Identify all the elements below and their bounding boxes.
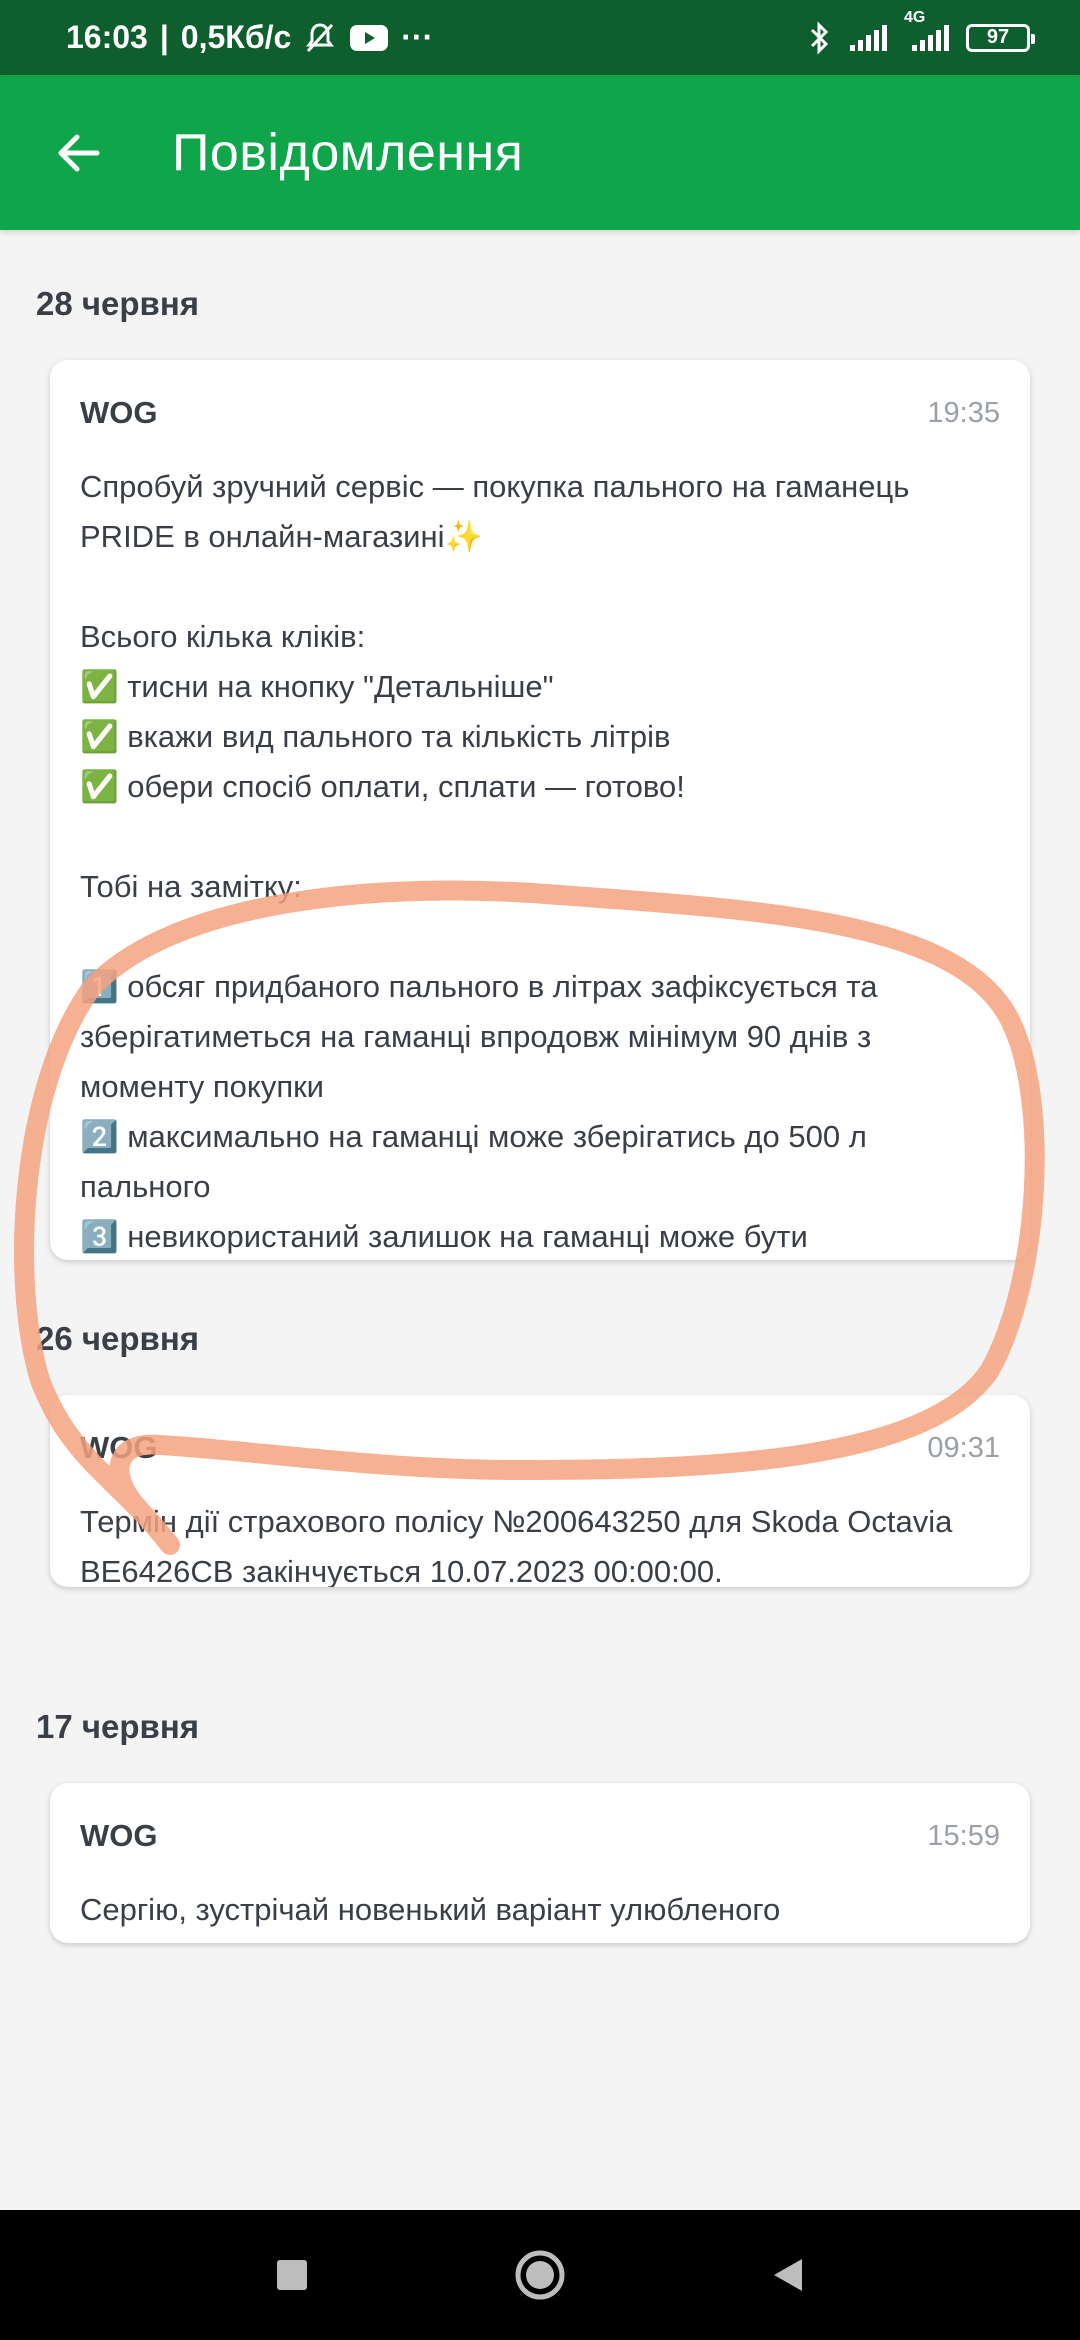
page-title: Повідомлення [172, 123, 524, 182]
message-time: 19:35 [927, 396, 1000, 429]
message-sender: WOG [80, 1818, 158, 1853]
notifications-list[interactable]: 28 червня WOG 19:35 Спробуй зручний серв… [0, 230, 1080, 2210]
message-sender: WOG [80, 1430, 158, 1465]
status-time: 16:03 [66, 19, 148, 55]
message-time: 15:59 [927, 1819, 1000, 1852]
date-header: 17 червня [36, 1708, 200, 1745]
nav-back-button[interactable] [748, 2235, 828, 2315]
status-separator: | [159, 19, 169, 55]
message-header: WOG 15:59 [80, 1801, 1000, 1871]
message-header: WOG 09:31 [80, 1413, 1000, 1483]
date-header: 26 червня [36, 1320, 200, 1357]
battery-icon: 97 [966, 23, 1035, 52]
system-nav-bar [0, 2210, 1080, 2340]
message-text: Спробуй зручний сервіс — покупка пальног… [80, 469, 910, 1254]
network-type: 4G [904, 8, 926, 26]
status-bar: 16:03 | 0,5Кб/с ··· 4G 97 [0, 0, 1080, 75]
message-sender: WOG [80, 395, 158, 430]
battery-level: 97 [986, 26, 1010, 48]
date-header: 28 червня [36, 285, 200, 322]
mute-alarm-icon [303, 21, 337, 55]
back-icon [774, 2259, 802, 2291]
message-header: WOG 19:35 [80, 378, 1000, 448]
message-text: Сергію, зустрічай новенький варіант улюб… [80, 1892, 781, 1927]
message-text: Термін дії страхового полісу №200643250 … [80, 1504, 961, 1587]
recent-apps-icon [277, 2260, 307, 2290]
network-speed: 0,5Кб/с [180, 19, 292, 55]
app-bar: Повідомлення [0, 75, 1080, 230]
bluetooth-icon [808, 20, 832, 55]
status-left: 16:03 | 0,5Кб/с ··· [66, 19, 433, 56]
message-card[interactable]: WOG 15:59 Сергію, зустрічай новенький ва… [50, 1783, 1030, 1943]
home-button[interactable] [500, 2235, 580, 2315]
arrow-back-icon [58, 134, 100, 171]
back-button[interactable] [38, 113, 118, 193]
home-icon [515, 2250, 565, 2300]
message-card[interactable]: WOG 09:31 Термін дії страхового полісу №… [50, 1395, 1030, 1587]
message-card[interactable]: WOG 19:35 Спробуй зручний сервіс — покуп… [50, 360, 1030, 1260]
status-right: 4G 97 [808, 9, 1035, 55]
more-notifications: ··· [401, 19, 434, 55]
recent-apps-button[interactable] [252, 2235, 332, 2315]
signal-icon [848, 23, 888, 53]
message-time: 09:31 [927, 1431, 1000, 1464]
signal-4g-icon: 4G [904, 9, 950, 53]
youtube-icon [349, 23, 389, 53]
